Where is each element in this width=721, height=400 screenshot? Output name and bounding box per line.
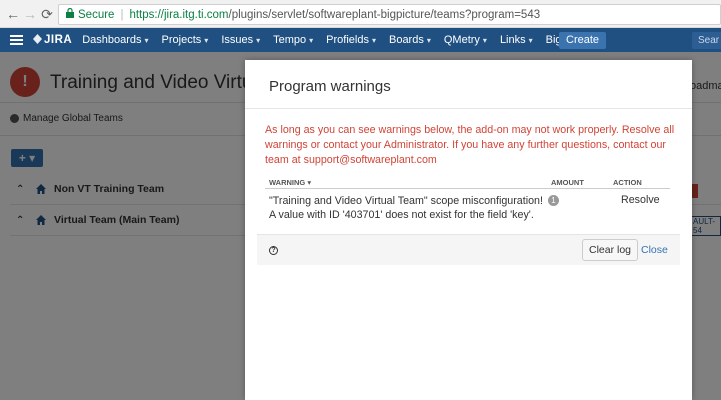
browser-toolbar: ← → ⟳ Secure | https://jira.itg.ti.com/p… bbox=[0, 0, 721, 28]
reload-icon[interactable]: ⟳ bbox=[38, 5, 56, 23]
menu-projects[interactable]: Projects ▾ bbox=[162, 34, 209, 46]
warning-message: As long as you can see warnings below, t… bbox=[265, 124, 675, 166]
amount-badge: 1 bbox=[547, 195, 559, 206]
menu-profields[interactable]: Profields ▾ bbox=[326, 34, 376, 46]
menu-qmetry[interactable]: QMetry ▾ bbox=[444, 34, 487, 46]
warning-line-2: A value with ID '403701' does not exist … bbox=[269, 209, 534, 221]
address-separator: | bbox=[120, 8, 124, 21]
forward-icon[interactable]: → bbox=[21, 5, 39, 23]
divider bbox=[245, 108, 692, 109]
column-amount: AMOUNT bbox=[551, 178, 584, 187]
close-link[interactable]: Close bbox=[641, 244, 668, 256]
address-bar[interactable]: Secure | https://jira.itg.ti.com/plugins… bbox=[58, 4, 721, 25]
menu-boards[interactable]: Boards ▾ bbox=[389, 34, 431, 46]
column-warning[interactable]: WARNING ▾ bbox=[269, 178, 311, 187]
column-action: ACTION bbox=[613, 178, 642, 187]
jira-logo-icon bbox=[33, 34, 42, 44]
menu-links[interactable]: Links ▾ bbox=[500, 34, 533, 46]
dialog-title: Program warnings bbox=[269, 78, 391, 95]
url-text: https://jira.itg.ti.com/plugins/servlet/… bbox=[129, 9, 540, 21]
warning-row-message: "Training and Video Virtual Team" scope … bbox=[269, 194, 569, 222]
back-icon[interactable]: ← bbox=[4, 5, 22, 23]
url-host: https://jira.itg.ti.com bbox=[129, 8, 229, 21]
resolve-action[interactable]: Resolve bbox=[621, 194, 660, 206]
search-input[interactable]: Sear bbox=[692, 32, 721, 49]
menu-icon[interactable] bbox=[10, 35, 23, 45]
warning-line-1: "Training and Video Virtual Team" scope … bbox=[269, 195, 543, 207]
menu-dashboards[interactable]: Dashboards ▾ bbox=[82, 34, 148, 46]
main-menu: Dashboards ▾ Projects ▾ Issues ▾ Tempo ▾ Pro… bbox=[82, 34, 616, 46]
dialog-footer: ? Clear log Close bbox=[257, 234, 680, 265]
warnings-table-header: WARNING ▾ AMOUNT ACTION bbox=[265, 176, 670, 189]
url-path: /plugins/servlet/softwareplant-bigpictur… bbox=[228, 8, 541, 21]
secure-label: Secure bbox=[78, 8, 115, 21]
menu-issues[interactable]: Issues ▾ bbox=[221, 34, 260, 46]
jira-logo[interactable]: JIRA bbox=[33, 34, 72, 46]
create-button[interactable]: Create bbox=[559, 32, 607, 49]
menu-tempo[interactable]: Tempo ▾ bbox=[273, 34, 313, 46]
program-warnings-dialog: Program warnings As long as you can see … bbox=[245, 60, 692, 400]
lock-icon bbox=[66, 7, 74, 21]
clear-log-button[interactable]: Clear log bbox=[582, 239, 639, 261]
jira-header: JIRA Dashboards ▾ Projects ▾ Issues ▾ Tempo… bbox=[0, 28, 721, 52]
help-icon[interactable]: ? bbox=[269, 246, 278, 255]
